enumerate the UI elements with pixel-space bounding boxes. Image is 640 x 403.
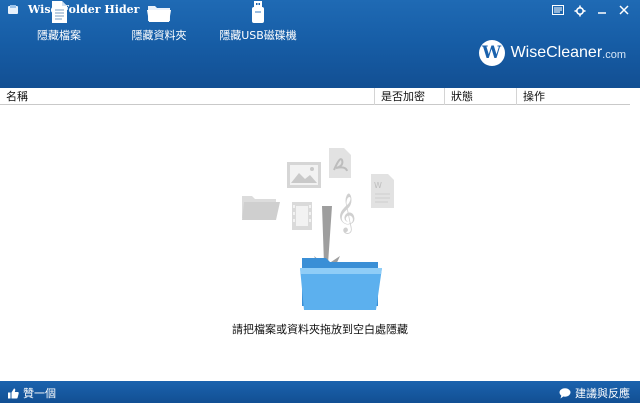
gear-icon <box>574 5 586 17</box>
feedback-menu-button[interactable] <box>548 2 568 18</box>
folder-icon <box>147 6 171 22</box>
like-label: 贊一個 <box>23 387 56 400</box>
column-encrypted[interactable]: 是否加密 <box>374 88 444 105</box>
feedback-label: 建議與反應 <box>575 387 630 400</box>
file-icon <box>52 1 67 23</box>
hide-usb-label: 隱藏USB磁碟機 <box>219 29 297 42</box>
footer-bar: 贊一個 建議與反應 <box>0 381 640 403</box>
minimize-button[interactable] <box>592 2 612 18</box>
hide-usb-button[interactable]: 隱藏USB磁碟機 <box>218 0 298 46</box>
hide-file-label: 隱藏檔案 <box>37 29 81 42</box>
header-bar: Wise Folder Hider 隱藏檔案 隱藏資料夾 隱藏USB磁碟機 W … <box>0 0 640 88</box>
close-button[interactable] <box>614 2 634 18</box>
feedback-link[interactable]: 建議與反應 <box>559 385 630 401</box>
drop-hint-text: 請把檔案或資料夾拖放到空白處隱藏 <box>232 323 408 336</box>
hide-folder-button[interactable]: 隱藏資料夾 <box>126 0 192 46</box>
settings-button[interactable] <box>570 2 590 18</box>
folder-gray-icon <box>242 196 280 220</box>
brand-name: WiseCleaner <box>510 44 603 61</box>
hide-folder-label: 隱藏資料夾 <box>131 29 187 42</box>
usb-drive-icon <box>252 1 264 23</box>
column-name[interactable]: 名稱 <box>0 88 374 105</box>
chat-bubble-icon <box>559 387 571 398</box>
app-window: Wise Folder Hider 隱藏檔案 隱藏資料夾 隱藏USB磁碟機 W … <box>0 0 640 403</box>
like-button[interactable]: 贊一個 <box>8 385 56 401</box>
image-file-icon <box>287 162 321 188</box>
close-icon <box>619 5 629 15</box>
video-file-icon <box>292 202 312 230</box>
wisecleaner-brand[interactable]: W WiseCleaner .com <box>478 40 626 66</box>
pdf-file-icon <box>329 148 351 178</box>
hide-file-button[interactable]: 隱藏檔案 <box>30 0 88 46</box>
drag-drop-illustration: W 𝄞 <box>242 148 394 310</box>
folder-blue-icon <box>300 258 382 310</box>
brand-logo: W <box>478 40 505 66</box>
brand-suffix: .com <box>602 49 626 61</box>
column-status[interactable]: 狀態 <box>444 88 516 105</box>
window-controls <box>548 2 634 18</box>
column-actions[interactable]: 操作 <box>516 88 630 105</box>
app-logo-icon <box>8 5 18 14</box>
envelope-icon <box>552 5 564 15</box>
minimize-icon <box>598 12 606 14</box>
table-header: 名稱 是否加密 狀態 操作 <box>0 88 630 105</box>
thumbs-up-icon <box>8 388 19 398</box>
drop-zone[interactable]: W 𝄞 請把檔案或資料夾拖放到空白處隱藏 <box>0 106 640 380</box>
music-file-icon: 𝄞 <box>336 193 356 234</box>
svg-text:W: W <box>374 181 382 190</box>
document-file-icon: W <box>371 174 394 208</box>
